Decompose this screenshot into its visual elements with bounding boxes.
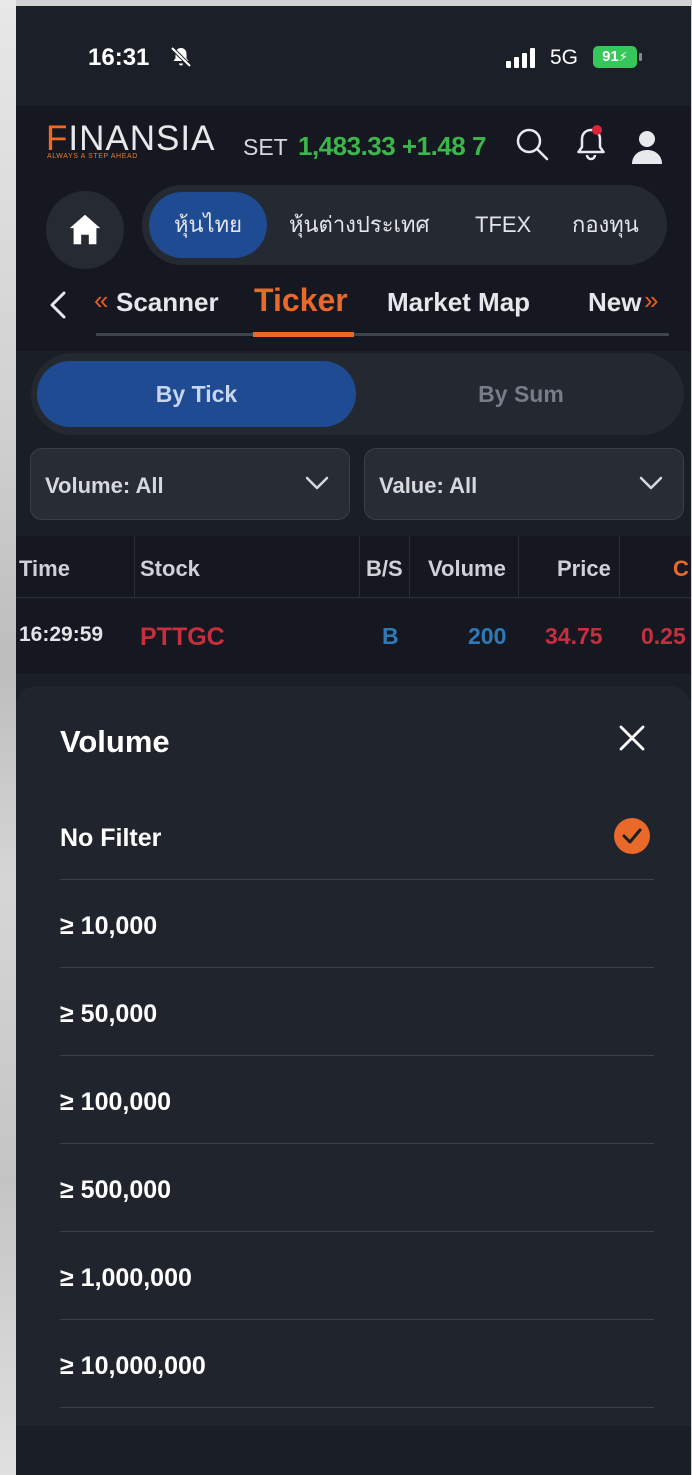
sub-tab-ticker[interactable]: Ticker [254, 282, 348, 319]
battery-nub [639, 53, 642, 61]
table-row[interactable]: 16:29:59 PTTGC B 200 34.75 0.25 [16, 599, 691, 674]
option-label: ≥ 1,000,000 [60, 1264, 192, 1292]
volume-option-50000[interactable]: ≥ 50,000 [60, 968, 654, 1056]
home-icon [69, 214, 101, 245]
option-label: No Filter [60, 824, 162, 852]
column-divider [619, 536, 620, 598]
option-label: ≥ 50,000 [60, 1000, 158, 1028]
volume-option-1000000[interactable]: ≥ 1,000,000 [60, 1232, 654, 1320]
mute-icon [170, 46, 192, 68]
sub-tab-market-map[interactable]: Market Map [387, 287, 530, 318]
column-divider [409, 536, 410, 598]
column-divider [134, 536, 135, 598]
option-label: ≥ 10,000 [60, 912, 158, 940]
option-label: ≥ 100,000 [60, 1088, 172, 1116]
sub-tab-active-indicator [253, 332, 354, 337]
column-header-stock[interactable]: Stock [140, 556, 200, 582]
column-header-bs[interactable]: B/S [366, 556, 403, 582]
sub-nav: « Scanner Ticker Market Map New » [16, 271, 691, 351]
mode-toggle: By Tick By Sum [31, 353, 684, 435]
battery-level: 91 [602, 48, 619, 65]
value-filter-label: Value: All [379, 473, 478, 498]
back-icon[interactable] [44, 285, 74, 325]
close-icon[interactable] [616, 722, 648, 754]
tab-foreign-stocks[interactable]: หุ้นต่างประเทศ [289, 185, 430, 265]
row-price: 34.75 [545, 623, 603, 649]
sheet-title: Volume [60, 724, 170, 759]
volume-option-10000000[interactable]: ≥ 10,000,000 [60, 1320, 654, 1408]
sub-tab-new[interactable]: New [588, 287, 648, 318]
search-icon[interactable] [514, 126, 550, 162]
volume-option-100000[interactable]: ≥ 100,000 [60, 1056, 654, 1144]
app-screen: 16:31 5G 91⚡ FINANSIA ALWAYS A STEP AHEA… [16, 6, 691, 1475]
row-volume: 200 [468, 623, 507, 649]
tab-funds[interactable]: กองทุน [572, 185, 639, 265]
tab-tfex[interactable]: TFEX [475, 185, 531, 265]
row-stock[interactable]: PTTGC [140, 623, 225, 652]
logo-tagline: ALWAYS A STEP AHEAD [47, 153, 138, 160]
value-filter-dropdown[interactable]: Value: All [364, 448, 684, 520]
check-icon [614, 818, 650, 854]
column-divider [359, 536, 360, 598]
volume-filter-sheet: Volume No Filter ≥ 10,000 ≥ 50,000 ≥ 100… [16, 686, 691, 1426]
background-strip [0, 0, 16, 1475]
index-label: SET [243, 134, 288, 160]
app-header: FINANSIA ALWAYS A STEP AHEAD SET 1,483.3… [16, 106, 691, 176]
volume-option-500000[interactable]: ≥ 500,000 [60, 1144, 654, 1232]
battery-indicator: 91⚡ [593, 46, 637, 68]
by-sum-button[interactable]: By Sum [371, 361, 671, 427]
bottom-area [16, 1426, 691, 1475]
scroll-left-icon[interactable]: « [94, 285, 108, 316]
category-tabs: หุ้นไทย หุ้นต่างประเทศ TFEX กองทุน [142, 185, 667, 265]
sub-tab-track [96, 333, 669, 336]
by-tick-button[interactable]: By Tick [37, 361, 356, 427]
index-value: 1,483.33 +1.48 7 [298, 131, 486, 161]
option-label: ≥ 10,000,000 [60, 1352, 206, 1380]
sub-tab-scanner[interactable]: Scanner [116, 287, 219, 318]
user-icon[interactable] [630, 128, 664, 164]
scroll-right-icon[interactable]: » [644, 285, 658, 316]
volume-option-10000[interactable]: ≥ 10,000 [60, 880, 654, 968]
column-header-price[interactable]: Price [557, 556, 611, 582]
column-header-time[interactable]: Time [19, 556, 70, 582]
row-change: 0.25 [641, 623, 686, 649]
signal-icon [506, 48, 535, 68]
ticker-table-header: Time Stock B/S Volume Price C [16, 536, 691, 598]
charging-icon: ⚡ [618, 49, 628, 64]
status-bar: 16:31 5G 91⚡ [16, 6, 691, 106]
option-label: ≥ 500,000 [60, 1176, 172, 1204]
volume-filter-label: Volume: All [45, 473, 164, 498]
column-header-volume[interactable]: Volume [428, 556, 506, 582]
bell-icon[interactable] [573, 124, 609, 162]
chevron-down-icon [305, 476, 329, 490]
row-side: B [382, 623, 399, 649]
status-time: 16:31 [88, 44, 150, 71]
home-button[interactable] [46, 191, 124, 269]
volume-filter-dropdown[interactable]: Volume: All [30, 448, 350, 520]
chevron-down-icon [639, 476, 663, 490]
column-header-change[interactable]: C [673, 556, 689, 582]
row-time: 16:29:59 [19, 623, 104, 646]
category-nav: หุ้นไทย หุ้นต่างประเทศ TFEX กองทุน [16, 176, 691, 271]
network-label: 5G [550, 46, 579, 69]
column-divider [518, 536, 519, 598]
volume-option-no-filter[interactable]: No Filter [60, 792, 654, 880]
tab-thai-stocks[interactable]: หุ้นไทย [149, 192, 267, 258]
